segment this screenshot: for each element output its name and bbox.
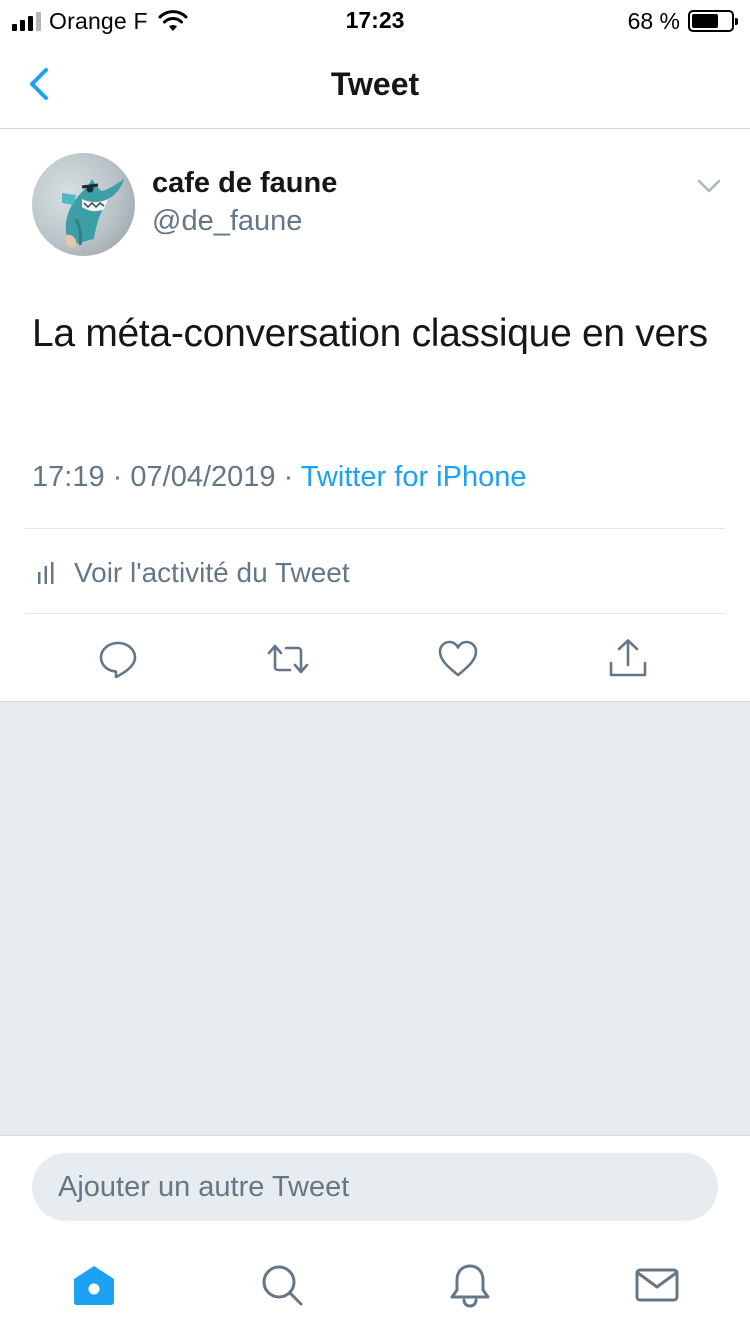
tweet-text: La méta-conversation classique en vers xyxy=(32,312,708,355)
tweet-date: 07/04/2019 xyxy=(130,461,276,493)
bar-chart-icon xyxy=(38,562,54,584)
messages-icon[interactable] xyxy=(634,1262,680,1308)
navigation-bar: Tweet xyxy=(0,40,750,129)
reply-icon[interactable] xyxy=(96,637,140,681)
display-name[interactable]: cafe de faune xyxy=(152,167,337,200)
battery-icon xyxy=(688,10,738,32)
tweet-activity-label: Voir l'activité du Tweet xyxy=(74,557,350,588)
meta-separator: · xyxy=(283,461,294,493)
tweet-time: 17:19 xyxy=(32,461,105,493)
notifications-icon[interactable] xyxy=(447,1262,493,1308)
status-bar-right: 68 % xyxy=(627,7,738,34)
tweet-detail: cafe de faune @de_faune La méta-conversa… xyxy=(0,129,750,701)
page-title: Tweet xyxy=(330,66,420,102)
tab-bar xyxy=(0,1240,750,1334)
like-icon[interactable] xyxy=(436,637,480,681)
battery-percent: 68 % xyxy=(627,7,680,34)
empty-replies-area xyxy=(0,701,750,1135)
user-handle[interactable]: @de_faune xyxy=(152,205,302,238)
reply-composer xyxy=(0,1135,750,1240)
battery-fill xyxy=(692,14,718,28)
divider xyxy=(25,613,725,614)
tweet-activity-link[interactable]: Voir l'activité du Tweet xyxy=(36,553,350,593)
home-icon[interactable] xyxy=(71,1262,117,1308)
shark-avatar-icon xyxy=(62,179,124,248)
search-icon[interactable] xyxy=(259,1262,305,1308)
add-tweet-input[interactable] xyxy=(32,1153,718,1221)
retweet-icon[interactable] xyxy=(266,637,310,681)
meta-separator: · xyxy=(112,461,123,493)
divider xyxy=(25,528,725,529)
tweet-source-link[interactable]: Twitter for iPhone xyxy=(301,461,527,493)
status-bar: Orange F 17:23 68 % xyxy=(0,0,750,40)
tweet-actions xyxy=(0,637,750,697)
tweet-meta: 17:19 · 07/04/2019 · Twitter for iPhone xyxy=(32,461,526,494)
share-icon[interactable] xyxy=(606,637,650,681)
chevron-down-icon[interactable] xyxy=(696,177,722,195)
avatar[interactable] xyxy=(32,153,135,256)
